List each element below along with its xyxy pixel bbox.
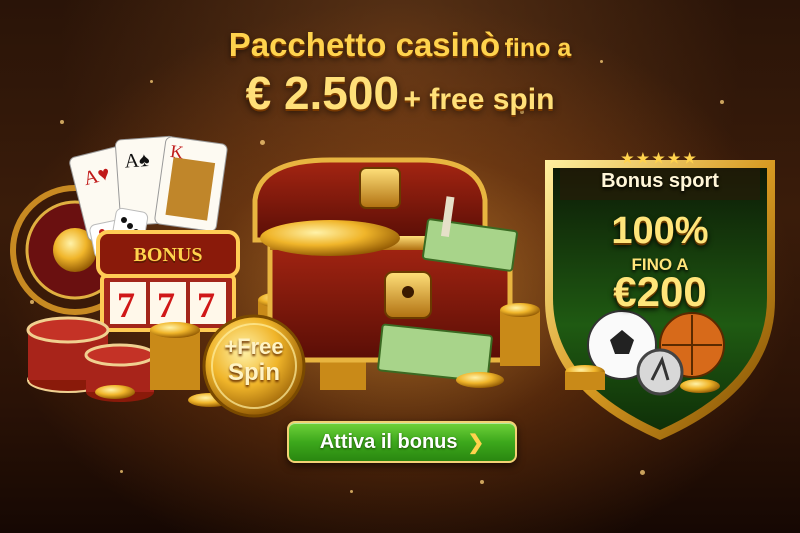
rating-stars: ★★★★★ <box>621 150 699 166</box>
chevron-right-icon: ❯ <box>467 431 485 454</box>
sport-bonus-amount: €200 <box>613 268 707 315</box>
slot-reel-3: 7 <box>197 285 215 325</box>
free-spin-line1: +Free <box>224 334 284 359</box>
free-spin-line2: Spin <box>228 359 280 386</box>
slot-reel-1: 7 <box>117 285 135 325</box>
activate-bonus-button[interactable]: Attiva il bonus ❯ <box>287 421 517 463</box>
promo-banner: Pacchetto casinò fino a € 2.500 + free s… <box>0 0 800 533</box>
sport-bonus-title: Bonus sport <box>601 170 719 192</box>
activate-bonus-label: Attiva il bonus <box>319 430 458 453</box>
svg-text:A♠: A♠ <box>124 149 151 173</box>
sport-bonus-percent: 100% <box>611 210 709 252</box>
slot-reel-2: 7 <box>157 285 175 325</box>
slot-bonus-label: BONUS <box>133 244 203 266</box>
svg-text:K: K <box>169 141 185 163</box>
